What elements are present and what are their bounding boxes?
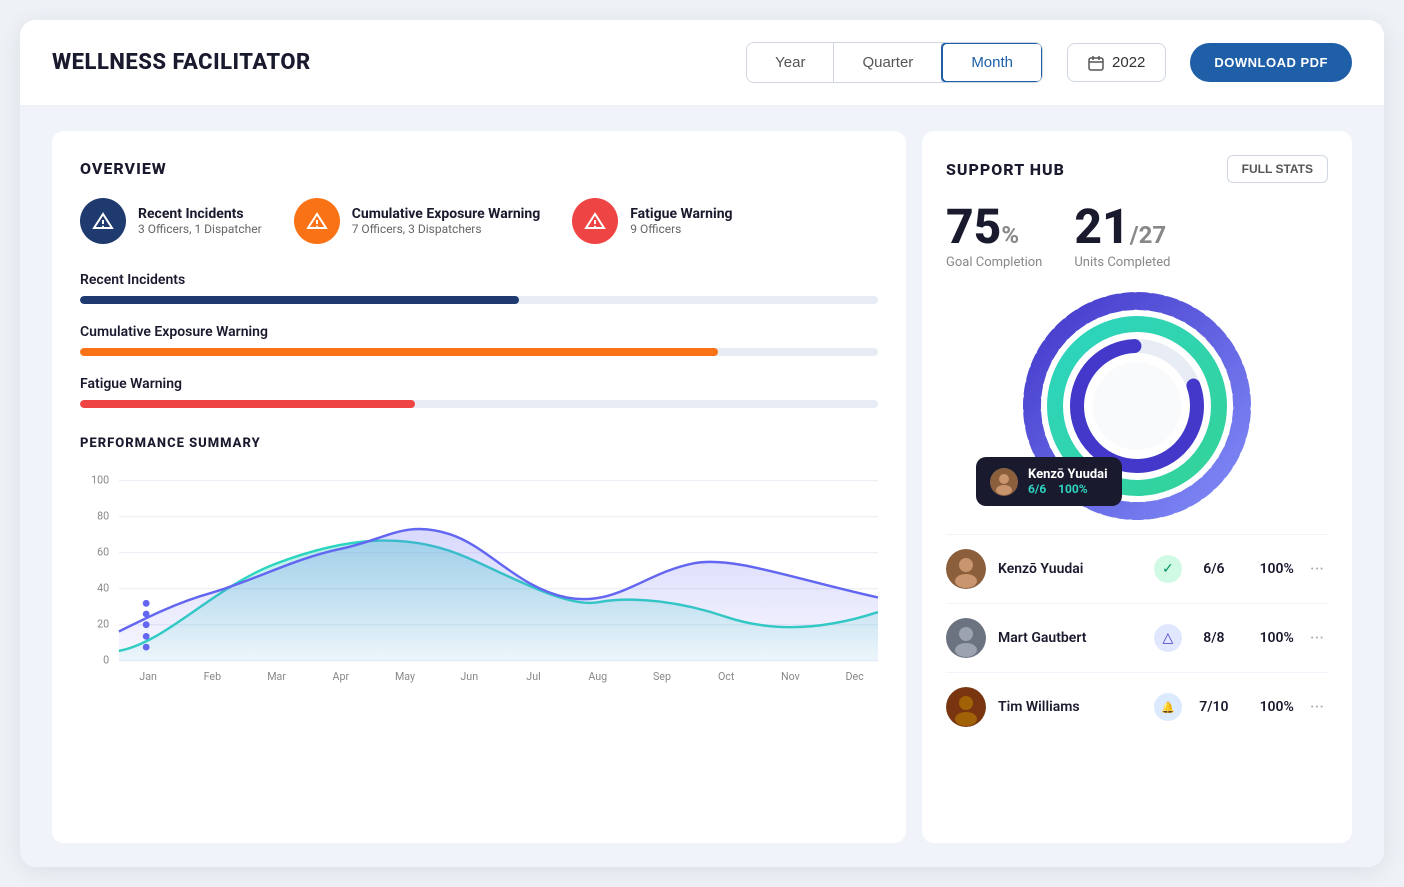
quarter-button[interactable]: Quarter bbox=[834, 43, 942, 82]
progress-fatigue: Fatigue Warning bbox=[80, 376, 878, 408]
units-completed-number: 21/27 bbox=[1074, 203, 1170, 251]
svg-text:40: 40 bbox=[97, 582, 109, 595]
svg-text:Jul: Jul bbox=[526, 670, 540, 683]
mart-score: 8/8 bbox=[1194, 630, 1234, 646]
svg-text:Nov: Nov bbox=[781, 670, 800, 683]
tim-pct: 100% bbox=[1246, 699, 1294, 715]
recent-incidents-icon bbox=[80, 198, 126, 244]
person-row-mart: Mart Gautbert △ 8/8 100% ··· bbox=[946, 603, 1328, 672]
svg-text:100: 100 bbox=[91, 474, 109, 487]
svg-text:80: 80 bbox=[97, 510, 109, 523]
svg-text:Jun: Jun bbox=[460, 670, 478, 683]
progress-bar-bg-incidents bbox=[80, 296, 878, 304]
person-row-kenzo: Kenzō Yuudai ✓ 6/6 100% ··· bbox=[946, 534, 1328, 603]
mart-pct: 100% bbox=[1246, 630, 1294, 646]
chart-title: PERFORMANCE SUMMARY bbox=[80, 436, 878, 451]
mart-name: Mart Gautbert bbox=[998, 630, 1142, 646]
tim-score: 7/10 bbox=[1194, 699, 1234, 715]
donut-tooltip: Kenzō Yuudai 6/6 100% bbox=[976, 457, 1122, 506]
support-header: SUPPORT HUB FULL STATS bbox=[946, 155, 1328, 183]
svg-text:Apr: Apr bbox=[333, 670, 350, 683]
progress-cumulative: Cumulative Exposure Warning bbox=[80, 324, 878, 356]
period-selector: Year Quarter Month bbox=[746, 42, 1043, 83]
fatigue-warning-text: Fatigue Warning 9 Officers bbox=[630, 206, 732, 236]
support-hub-title: SUPPORT HUB bbox=[946, 160, 1065, 179]
alert-cards: Recent Incidents 3 Officers, 1 Dispatche… bbox=[80, 198, 878, 244]
year-label: 2022 bbox=[1112, 54, 1145, 71]
right-panel: SUPPORT HUB FULL STATS 75% Goal Completi… bbox=[922, 131, 1352, 843]
fatigue-warning-icon bbox=[572, 198, 618, 244]
svg-text:60: 60 bbox=[97, 546, 109, 559]
progress-section: Recent Incidents Cumulative Exposure War… bbox=[80, 272, 878, 408]
svg-text:0: 0 bbox=[103, 654, 109, 667]
donut-chart-container: Kenzō Yuudai 6/6 100% bbox=[946, 286, 1328, 526]
person-row-tim: Tim Williams 🔔 7/10 100% ··· bbox=[946, 672, 1328, 741]
svg-text:Mar: Mar bbox=[267, 670, 286, 683]
goal-completion-label: Goal Completion bbox=[946, 255, 1042, 270]
download-button[interactable]: DOWNLOAD PDF bbox=[1190, 43, 1352, 82]
mart-menu[interactable]: ··· bbox=[1306, 624, 1328, 653]
recent-incidents-text: Recent Incidents 3 Officers, 1 Dispatche… bbox=[138, 206, 262, 236]
kenzo-avatar bbox=[946, 549, 986, 589]
svg-text:20: 20 bbox=[97, 618, 109, 631]
tim-name: Tim Williams bbox=[998, 699, 1142, 715]
left-panel: OVERVIEW Recent Incidents 3 Officers, 1 … bbox=[52, 131, 906, 843]
person-list: Kenzō Yuudai ✓ 6/6 100% ··· Ma bbox=[946, 534, 1328, 741]
cumulative-exposure-text: Cumulative Exposure Warning 7 Officers, … bbox=[352, 206, 541, 236]
chart-section: PERFORMANCE SUMMARY 100 80 60 bbox=[80, 436, 878, 693]
tooltip-avatar bbox=[990, 468, 1018, 496]
performance-chart: 100 80 60 40 20 0 Jan Feb Mar Apr May Ju… bbox=[80, 463, 878, 693]
chart-container: 100 80 60 40 20 0 Jan Feb Mar Apr May Ju… bbox=[80, 463, 878, 693]
svg-text:May: May bbox=[395, 670, 415, 683]
progress-bar-fill-fatigue bbox=[80, 400, 415, 408]
progress-bar-bg-cumulative bbox=[80, 348, 878, 356]
progress-bar-fill-incidents bbox=[80, 296, 519, 304]
svg-text:Dec: Dec bbox=[846, 670, 865, 683]
cumulative-exposure-icon bbox=[294, 198, 340, 244]
goal-completion-number: 75% bbox=[946, 203, 1042, 251]
units-completed-label: Units Completed bbox=[1074, 255, 1170, 270]
kenzo-menu[interactable]: ··· bbox=[1306, 555, 1328, 584]
year-selector[interactable]: 2022 bbox=[1067, 43, 1166, 82]
alert-cumulative-exposure: Cumulative Exposure Warning 7 Officers, … bbox=[294, 198, 541, 244]
overview-title: OVERVIEW bbox=[80, 159, 878, 178]
app-title: WELLNESS FACILITATOR bbox=[52, 50, 730, 75]
kenzo-badge: ✓ bbox=[1154, 555, 1182, 583]
svg-text:Jan: Jan bbox=[139, 670, 157, 683]
kenzo-score: 6/6 bbox=[1194, 561, 1234, 577]
main-content: OVERVIEW Recent Incidents 3 Officers, 1 … bbox=[20, 107, 1384, 867]
alert-fatigue-warning: Fatigue Warning 9 Officers bbox=[572, 198, 732, 244]
svg-text:Sep: Sep bbox=[653, 670, 671, 683]
mart-badge: △ bbox=[1154, 624, 1182, 652]
tim-avatar bbox=[946, 687, 986, 727]
alert-recent-incidents: Recent Incidents 3 Officers, 1 Dispatche… bbox=[80, 198, 262, 244]
progress-recent-incidents: Recent Incidents bbox=[80, 272, 878, 304]
kenzo-pct: 100% bbox=[1246, 561, 1294, 577]
svg-text:Oct: Oct bbox=[718, 670, 735, 683]
progress-bar-fill-cumulative bbox=[80, 348, 718, 356]
tim-badge: 🔔 bbox=[1154, 693, 1182, 721]
svg-text:Aug: Aug bbox=[588, 670, 607, 683]
calendar-icon bbox=[1088, 55, 1104, 71]
full-stats-button[interactable]: FULL STATS bbox=[1227, 155, 1328, 183]
stats-row: 75% Goal Completion 21/27 Units Complete… bbox=[946, 203, 1328, 270]
units-completed-stat: 21/27 Units Completed bbox=[1074, 203, 1170, 270]
goal-completion-stat: 75% Goal Completion bbox=[946, 203, 1042, 270]
month-button[interactable]: Month bbox=[941, 42, 1043, 83]
header: WELLNESS FACILITATOR Year Quarter Month … bbox=[20, 20, 1384, 107]
progress-bar-bg-fatigue bbox=[80, 400, 878, 408]
mart-avatar bbox=[946, 618, 986, 658]
year-button[interactable]: Year bbox=[747, 43, 834, 82]
kenzo-name: Kenzō Yuudai bbox=[998, 561, 1142, 577]
tim-menu[interactable]: ··· bbox=[1306, 693, 1328, 722]
svg-text:Feb: Feb bbox=[204, 670, 221, 683]
